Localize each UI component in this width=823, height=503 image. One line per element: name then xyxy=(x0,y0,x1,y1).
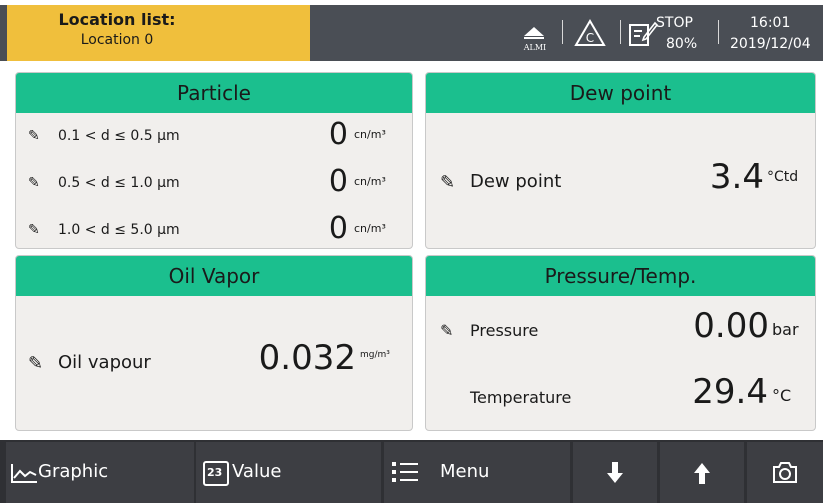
particle-range-label: 0.5 < d ≤ 1.0 µm xyxy=(58,175,180,191)
location-list-title: Location list: xyxy=(58,10,176,29)
pressure-temp-panel[interactable]: Pressure/Temp. ✎ Pressure 0.00 bar Tempe… xyxy=(425,255,816,431)
particle-panel[interactable]: Particle ✎ 0.1 < d ≤ 0.5 µm 0 cn/m³ ✎ 0.… xyxy=(15,72,413,249)
camera-icon xyxy=(773,462,797,483)
status-separator xyxy=(620,20,621,44)
clock: 16:01 2019/12/04 xyxy=(726,5,823,61)
pencil-icon: ✎ xyxy=(28,353,44,374)
eject-arrow-icon xyxy=(524,27,544,39)
value-icon-text: 23 xyxy=(207,466,223,479)
scroll-up-button[interactable] xyxy=(660,442,744,503)
pencil-icon: ✎ xyxy=(440,172,456,193)
pressure-value: 0.00 xyxy=(693,306,769,346)
temperature-value: 29.4 xyxy=(692,372,768,412)
bottom-nav-bar: Graphic 23 Value Menu xyxy=(0,440,823,503)
dew-point-panel[interactable]: Dew point ✎ Dew point 3.4 °Ctd xyxy=(425,72,816,249)
location-name: Location 0 xyxy=(80,32,154,48)
oil-vapor-panel-title: Oil Vapor xyxy=(16,256,412,296)
oil-vapour-unit: mg/m³ xyxy=(360,350,390,360)
alarm-indicator[interactable]: C xyxy=(570,5,610,61)
record-state: STOP xyxy=(656,15,693,31)
pressure-label: Pressure xyxy=(470,321,539,340)
particle-count-value: 0 xyxy=(328,211,348,246)
pencil-icon: ✎ xyxy=(28,128,40,144)
top-status-bar: Location list: Location 0 ALMI C STOP 80… xyxy=(0,5,823,61)
status-separator xyxy=(562,20,563,44)
status-separator xyxy=(718,20,719,44)
arrow-up-icon xyxy=(694,463,710,484)
edit-document-icon xyxy=(629,21,658,46)
particle-count-value: 0 xyxy=(328,164,348,199)
pencil-icon: ✎ xyxy=(440,321,454,340)
temperature-label: Temperature xyxy=(470,388,572,407)
svg-text:C: C xyxy=(586,31,594,45)
temperature-unit: °C xyxy=(772,386,792,405)
arrow-down-icon xyxy=(607,462,623,483)
dew-point-panel-title: Dew point xyxy=(426,73,815,113)
pressure-row[interactable]: ✎ Pressure 0.00 bar xyxy=(426,306,815,352)
particle-unit: cn/m³ xyxy=(354,175,386,188)
location-list-button[interactable]: Location list: Location 0 xyxy=(7,5,310,61)
temperature-row[interactable]: Temperature 29.4 °C xyxy=(426,372,815,416)
dew-point-row[interactable]: ✎ Dew point 3.4 °Ctd xyxy=(426,157,815,203)
dew-point-label: Dew point xyxy=(470,171,562,192)
particle-row[interactable]: ✎ 1.0 < d ≤ 5.0 µm 0 cn/m³ xyxy=(16,211,412,246)
menu-label: Menu xyxy=(440,461,490,482)
pencil-icon: ✎ xyxy=(28,222,40,238)
list-menu-icon xyxy=(392,462,418,482)
value-button[interactable]: 23 Value xyxy=(196,442,381,503)
almi-indicator[interactable]: ALMI xyxy=(518,5,552,61)
oil-vapour-row[interactable]: ✎ Oil vapour 0.032 mg/m³ xyxy=(16,338,412,384)
pressure-temp-panel-title: Pressure/Temp. xyxy=(426,256,815,296)
particle-count-value: 0 xyxy=(328,117,348,152)
record-percent: 80% xyxy=(666,36,698,52)
particle-row[interactable]: ✎ 0.5 < d ≤ 1.0 µm 0 cn/m³ xyxy=(16,164,412,199)
value-label: Value xyxy=(232,461,282,482)
clock-time: 16:01 xyxy=(750,15,791,31)
particle-panel-title: Particle xyxy=(16,73,412,113)
dew-point-value: 3.4 xyxy=(709,157,764,197)
almi-label: ALMI xyxy=(523,43,547,52)
particle-unit: cn/m³ xyxy=(354,128,386,141)
graphic-button[interactable]: Graphic xyxy=(6,442,194,503)
pencil-icon: ✎ xyxy=(28,175,40,191)
particle-range-label: 0.1 < d ≤ 0.5 µm xyxy=(58,128,180,144)
line-chart-icon xyxy=(11,464,37,483)
scroll-down-button[interactable] xyxy=(573,442,657,503)
oil-vapour-label: Oil vapour xyxy=(58,352,151,373)
particle-unit: cn/m³ xyxy=(354,222,386,235)
particle-range-label: 1.0 < d ≤ 5.0 µm xyxy=(58,222,180,238)
record-status[interactable]: STOP 80% xyxy=(626,5,712,61)
graphic-label: Graphic xyxy=(38,461,109,482)
particle-row[interactable]: ✎ 0.1 < d ≤ 0.5 µm 0 cn/m³ xyxy=(16,117,412,152)
dew-point-unit: °Ctd xyxy=(767,169,799,185)
triangle-c-icon: C xyxy=(574,19,606,46)
screenshot-button[interactable] xyxy=(747,442,823,503)
oil-vapour-value: 0.032 xyxy=(258,338,356,378)
pressure-unit: bar xyxy=(772,320,799,339)
clock-date: 2019/12/04 xyxy=(730,36,811,52)
oil-vapor-panel[interactable]: Oil Vapor ✎ Oil vapour 0.032 mg/m³ xyxy=(15,255,413,431)
menu-button[interactable]: Menu xyxy=(384,442,570,503)
